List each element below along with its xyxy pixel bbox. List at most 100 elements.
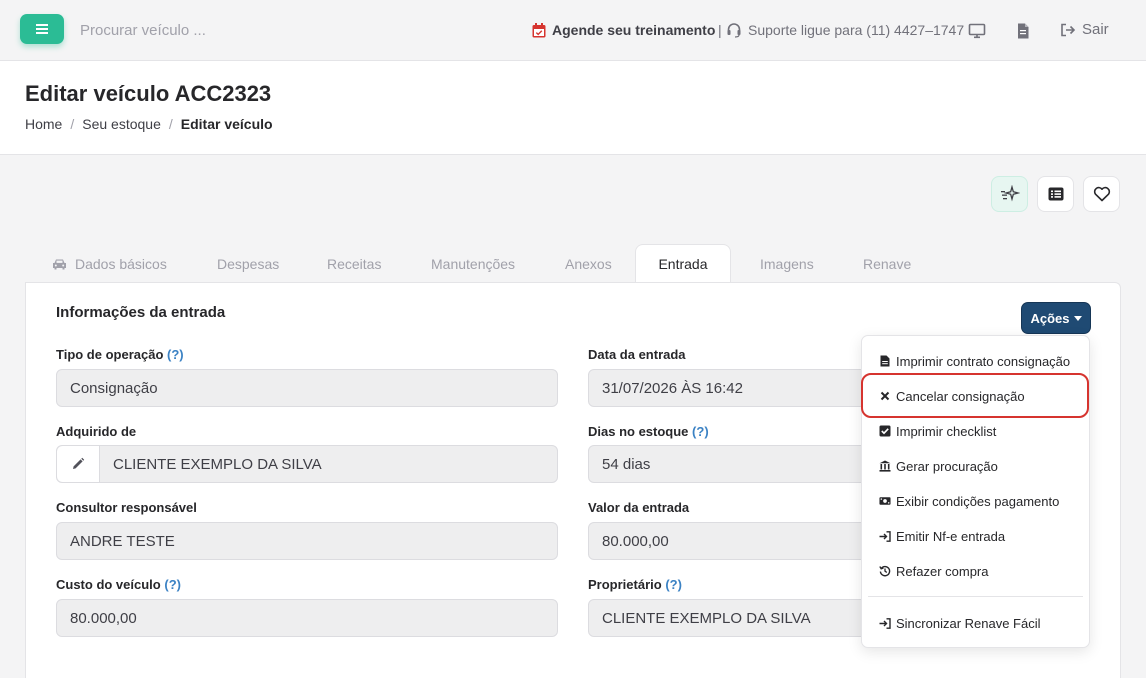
help-icon[interactable]: (?) bbox=[665, 577, 682, 592]
schedule-training-label: Agende seu treinamento bbox=[552, 22, 716, 38]
proprietario-label: Proprietário (?) bbox=[588, 577, 682, 592]
menu-item-condicoes-pagamento[interactable]: Exibir condições pagamento bbox=[879, 491, 1059, 511]
edit-button[interactable] bbox=[57, 446, 100, 482]
support-phone: Suporte ligue para (11) 4427–1747 bbox=[726, 22, 964, 38]
data-entrada-field[interactable]: 31/07/2026 ÀS 16:42 bbox=[588, 369, 878, 407]
consultor-label: Consultor responsável bbox=[56, 500, 197, 515]
page-header: Editar veículo ACC2323 Home / Seu estoqu… bbox=[0, 61, 1146, 155]
tab-label: Despesas bbox=[217, 255, 280, 272]
breadcrumb-separator: / bbox=[70, 116, 75, 132]
tab-label: Anexos bbox=[565, 255, 612, 272]
schedule-training-link[interactable]: Agende seu treinamento bbox=[532, 22, 715, 38]
data-entrada-label: Data da entrada bbox=[588, 347, 686, 362]
caret-down-icon bbox=[1073, 316, 1082, 321]
hamburger-icon bbox=[36, 24, 48, 34]
car-icon bbox=[53, 259, 66, 269]
menu-item-label: Cancelar consignação bbox=[896, 388, 1025, 404]
valor-entrada-field[interactable]: 80.000,00 bbox=[588, 522, 878, 560]
actions-label: Ações bbox=[1030, 310, 1070, 326]
field-value: CLIENTE EXEMPLO DA SILVA bbox=[113, 455, 322, 473]
vehicle-tabs: Dados básicos Despesas Receitas Manutenç… bbox=[25, 244, 915, 283]
document-icon[interactable] bbox=[1014, 22, 1032, 40]
tab-label: Manutenções bbox=[431, 255, 516, 272]
sign-in-icon bbox=[879, 530, 891, 542]
adquirido-de-field[interactable]: CLIENTE EXEMPLO DA SILVA bbox=[56, 445, 558, 483]
support-phone-label: Suporte ligue para (11) 4427–1747 bbox=[748, 22, 965, 38]
tab-imagens[interactable]: Imagens bbox=[731, 244, 835, 283]
label-text: Tipo de operação bbox=[56, 347, 164, 362]
field-value: CLIENTE EXEMPLO DA SILVA bbox=[602, 609, 811, 627]
tab-label: Receitas bbox=[327, 255, 382, 272]
tab-despesas[interactable]: Despesas bbox=[189, 244, 299, 283]
tab-anexos[interactable]: Anexos bbox=[538, 244, 635, 283]
menu-item-label: Imprimir contrato consignação bbox=[896, 353, 1071, 369]
money-icon bbox=[879, 497, 891, 505]
dias-estoque-field[interactable]: 54 dias bbox=[588, 445, 878, 483]
tipo-operacao-field[interactable]: Consignação bbox=[56, 369, 558, 407]
consultor-field[interactable]: ANDRE TESTE bbox=[56, 522, 558, 560]
help-icon[interactable]: (?) bbox=[167, 347, 184, 362]
field-value: 80.000,00 bbox=[602, 532, 669, 550]
custo-veiculo-label: Custo do veículo (?) bbox=[56, 577, 181, 592]
menu-item-refazer-compra[interactable]: Refazer compra bbox=[879, 561, 988, 581]
topbar-separator: | bbox=[718, 22, 722, 38]
label-text: Proprietário bbox=[588, 577, 662, 592]
breadcrumb-separator: / bbox=[168, 116, 173, 132]
favorite-button[interactable] bbox=[1083, 176, 1120, 212]
tab-receitas[interactable]: Receitas bbox=[299, 244, 403, 283]
calendar-icon bbox=[532, 22, 546, 37]
tab-entrada[interactable]: Entrada bbox=[635, 244, 731, 283]
actions-dropdown-button[interactable]: Ações bbox=[1022, 303, 1090, 333]
label-text: Custo do veículo bbox=[56, 577, 161, 592]
monitor-icon[interactable] bbox=[968, 22, 986, 40]
menu-item-sincronizar-renave[interactable]: Sincronizar Renave Fácil bbox=[879, 613, 1041, 633]
sign-in-icon bbox=[879, 617, 891, 629]
help-icon[interactable]: (?) bbox=[164, 577, 181, 592]
menu-toggle-button[interactable] bbox=[20, 14, 64, 44]
heart-icon bbox=[1093, 186, 1110, 202]
dias-estoque-label: Dias no estoque (?) bbox=[588, 424, 709, 439]
headset-icon bbox=[727, 23, 741, 38]
sparkles-icon bbox=[1000, 185, 1020, 202]
tab-dados-basicos[interactable]: Dados básicos bbox=[25, 244, 189, 283]
field-value: 54 dias bbox=[602, 455, 651, 473]
actions-dropdown-menu: Imprimir contrato consignação Cancelar c… bbox=[861, 335, 1090, 648]
list-icon bbox=[1048, 187, 1063, 201]
ai-assistant-button[interactable] bbox=[991, 176, 1028, 212]
proprietario-field[interactable]: CLIENTE EXEMPLO DA SILVA bbox=[588, 599, 878, 637]
menu-item-label: Gerar procuração bbox=[896, 458, 998, 474]
menu-item-imprimir-contrato[interactable]: Imprimir contrato consignação bbox=[879, 351, 1070, 371]
menu-divider bbox=[868, 596, 1083, 597]
field-value: ANDRE TESTE bbox=[70, 532, 175, 550]
tab-label: Imagens bbox=[760, 255, 814, 272]
custo-veiculo-field[interactable]: 80.000,00 bbox=[56, 599, 558, 637]
tab-renave[interactable]: Renave bbox=[835, 244, 915, 283]
vehicle-search-input[interactable] bbox=[80, 18, 380, 42]
breadcrumb-home[interactable]: Home bbox=[25, 116, 62, 132]
tab-label: Dados básicos bbox=[75, 255, 167, 272]
field-value: 80.000,00 bbox=[70, 609, 137, 627]
checkbox-icon bbox=[879, 425, 891, 437]
menu-item-label: Exibir condições pagamento bbox=[896, 493, 1060, 509]
breadcrumb-stock[interactable]: Seu estoque bbox=[82, 116, 161, 132]
logout-button[interactable]: Sair bbox=[1060, 21, 1109, 38]
menu-item-label: Imprimir checklist bbox=[896, 423, 997, 439]
valor-entrada-label: Valor da entrada bbox=[588, 500, 690, 515]
list-view-button[interactable] bbox=[1037, 176, 1074, 212]
menu-item-cancelar-consignacao[interactable]: Cancelar consignação bbox=[879, 386, 1025, 406]
tab-label: Entrada bbox=[658, 256, 708, 272]
menu-item-gerar-procuracao[interactable]: Gerar procuração bbox=[879, 456, 998, 476]
tab-manutencoes[interactable]: Manutenções bbox=[403, 244, 538, 283]
sign-out-icon bbox=[1061, 23, 1076, 36]
label-text: Dias no estoque bbox=[588, 424, 689, 439]
page-title: Editar veículo ACC2323 bbox=[25, 81, 272, 106]
menu-item-imprimir-checklist[interactable]: Imprimir checklist bbox=[879, 421, 996, 441]
help-icon[interactable]: (?) bbox=[692, 424, 709, 439]
menu-item-emitir-nfe[interactable]: Emitir Nf-e entrada bbox=[879, 526, 1005, 546]
bank-icon bbox=[879, 460, 891, 472]
adquirido-de-label: Adquirido de bbox=[56, 424, 137, 439]
menu-item-label: Emitir Nf-e entrada bbox=[896, 528, 1006, 544]
card-title: Informações da entrada bbox=[56, 304, 226, 321]
tipo-operacao-label: Tipo de operação (?) bbox=[56, 347, 184, 362]
history-icon bbox=[879, 565, 891, 577]
